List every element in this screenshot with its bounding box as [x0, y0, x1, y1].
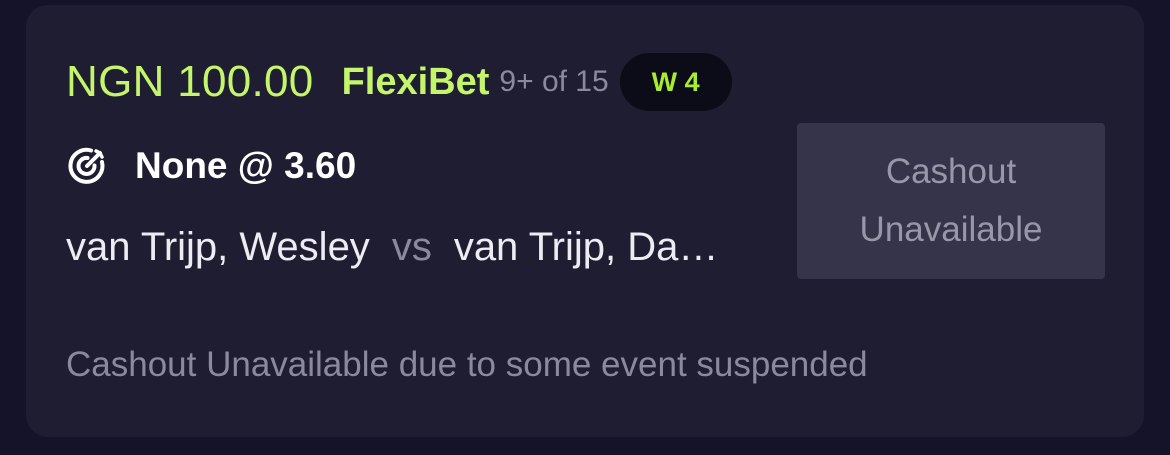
status-badge: W 4 — [619, 53, 732, 111]
cashout-button[interactable]: Cashout Unavailable — [797, 123, 1105, 279]
away-team: van Trijp, Da… — [453, 224, 719, 269]
bet-type-label: FlexiBet — [341, 60, 490, 103]
legs-count: 9+ of 15 — [499, 65, 609, 98]
cashout-button-label: Cashout Unavailable — [859, 152, 1043, 249]
vs-label: vs — [391, 224, 432, 269]
home-team: van Trijp, Wesley — [66, 224, 370, 269]
match-teams: van Trijp, Wesley vs van Trijp, Da… — [66, 217, 766, 277]
stake-amount: NGN 100.00 — [66, 57, 314, 106]
selection-pick: None @ 3.60 — [135, 145, 357, 186]
bet-header: NGN 100.00 FlexiBet 9+ of 15 W 4 — [66, 51, 732, 113]
target-icon — [66, 145, 108, 187]
cashout-note: Cashout Unavailable due to some event su… — [66, 345, 868, 384]
selection-row: None @ 3.60 — [66, 138, 356, 194]
bet-card[interactable]: NGN 100.00 FlexiBet 9+ of 15 W 4 None @ … — [26, 5, 1144, 437]
